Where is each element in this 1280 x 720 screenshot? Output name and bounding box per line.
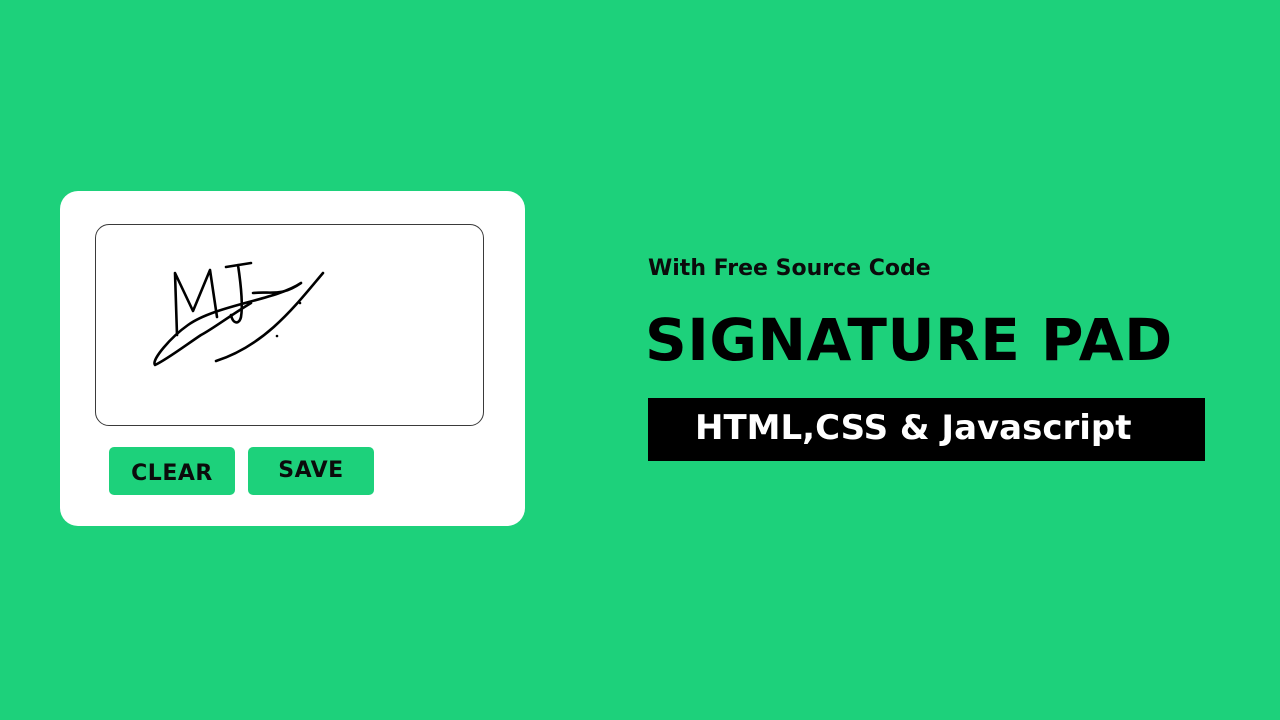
signature-canvas[interactable] [95, 224, 484, 426]
tech-banner-label: HTML,CSS & Javascript [695, 408, 1132, 448]
signature-dot [298, 301, 302, 305]
clear-button[interactable]: CLEAR [109, 447, 235, 495]
signature-stroke-j [224, 261, 253, 324]
signature-dot [275, 334, 279, 338]
signature-stroke-m [173, 268, 219, 337]
page-title: SIGNATURE PAD [645, 306, 1173, 374]
save-button[interactable]: SAVE [248, 447, 374, 495]
signature-drawing [153, 261, 325, 367]
subtitle: With Free Source Code [648, 256, 931, 281]
tech-banner: HTML,CSS & Javascript [648, 398, 1205, 461]
signature-card: CLEAR SAVE [60, 191, 525, 526]
